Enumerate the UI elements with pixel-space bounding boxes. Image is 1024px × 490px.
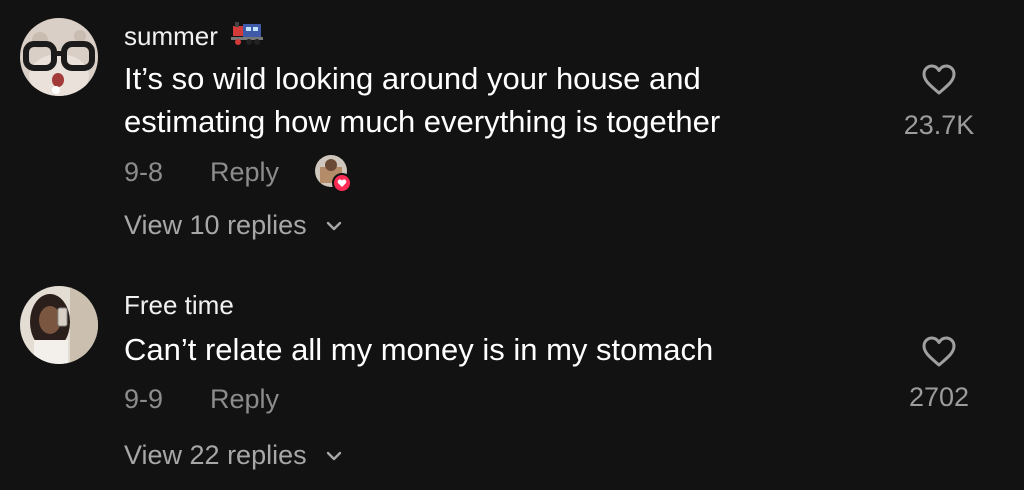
heart-icon[interactable] bbox=[921, 336, 957, 368]
comment-text: Can’t relate all my money is in my stoma… bbox=[124, 328, 713, 371]
like-count: 2702 bbox=[908, 382, 970, 412]
heart-icon[interactable] bbox=[921, 64, 957, 96]
username-text: summer bbox=[124, 21, 218, 51]
comment-text-line: It’s so wild looking around your house a… bbox=[124, 61, 701, 96]
chevron-down-icon bbox=[326, 221, 342, 231]
username[interactable]: Free time bbox=[124, 290, 234, 321]
creator-liked-badge bbox=[314, 155, 352, 193]
like-area: 2702 bbox=[884, 336, 994, 413]
comment-text-line: Can’t relate all my money is in my stoma… bbox=[124, 332, 714, 367]
like-count: 23.7K bbox=[903, 110, 975, 140]
comment-text: It’s so wild looking around your house a… bbox=[124, 57, 720, 143]
username[interactable]: summer bbox=[124, 20, 264, 53]
comment-meta: 9-8 Reply bbox=[124, 157, 279, 188]
view-replies-label: View 10 replies bbox=[124, 210, 307, 240]
avatar[interactable] bbox=[20, 18, 98, 96]
comment-date: 9-8 bbox=[124, 157, 164, 187]
comment-text-line: estimating how much everything is togeth… bbox=[124, 104, 721, 139]
view-replies-button[interactable]: View 10 replies bbox=[124, 210, 342, 241]
reply-button[interactable]: Reply bbox=[210, 384, 279, 415]
comment-meta: 9-9 Reply bbox=[124, 384, 279, 415]
username-text: Free time bbox=[124, 290, 234, 320]
view-replies-label: View 22 replies bbox=[124, 440, 307, 470]
comment-item: summer It’s so wild looking around your … bbox=[0, 0, 1024, 260]
like-area: 23.7K bbox=[884, 64, 994, 141]
view-replies-button[interactable]: View 22 replies bbox=[124, 440, 342, 471]
avatar[interactable] bbox=[20, 286, 98, 364]
reply-button[interactable]: Reply bbox=[210, 157, 279, 188]
chevron-down-icon bbox=[326, 451, 342, 461]
comment-date: 9-9 bbox=[124, 384, 164, 414]
train-icon bbox=[231, 20, 264, 53]
comment-item: Free time Can’t relate all my money is i… bbox=[0, 268, 1024, 490]
